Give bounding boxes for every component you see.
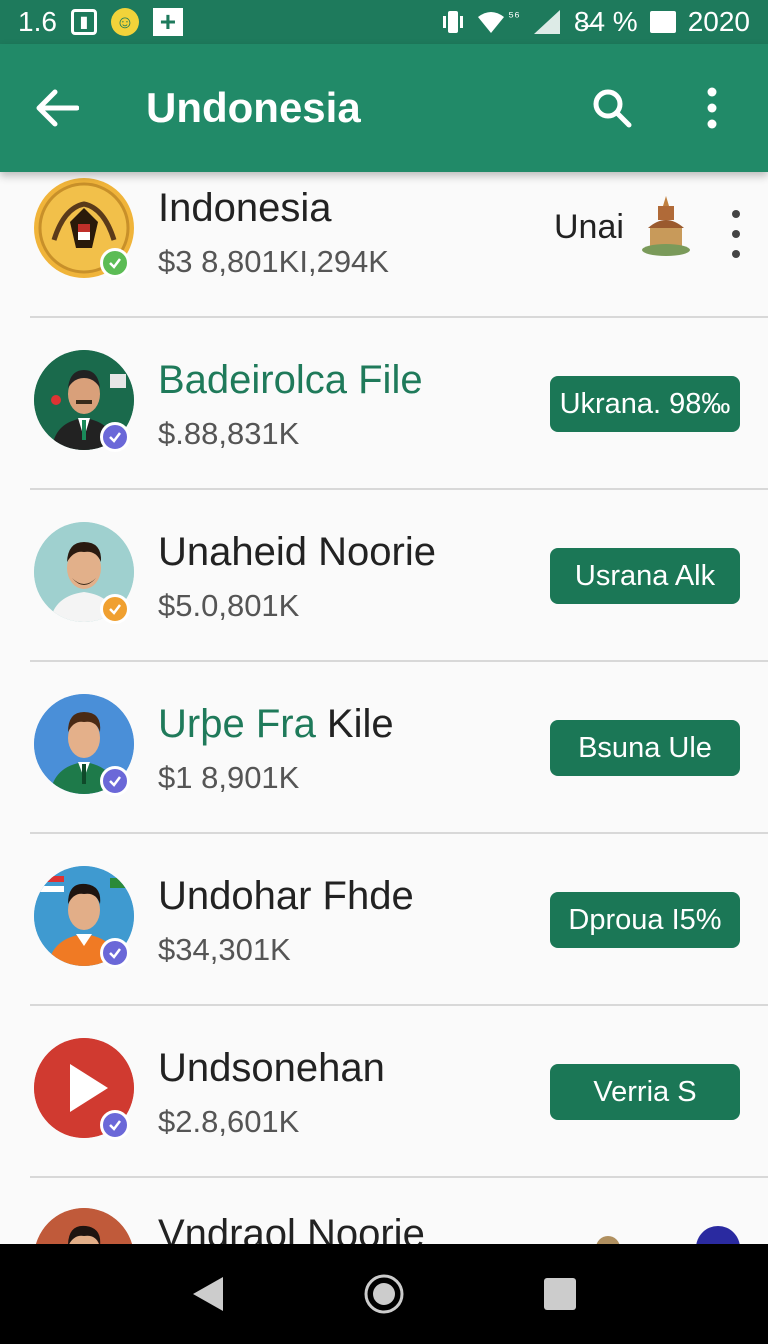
item-action-button[interactable]: Bsuna Ule — [550, 720, 740, 776]
item-subtitle: $3 8,801KI,294K — [158, 244, 389, 279]
back-arrow-icon[interactable] — [28, 80, 84, 136]
cell-signal-icon — [532, 8, 562, 36]
verified-badge-icon — [100, 766, 130, 796]
emoji-notification-icon: ☺ — [110, 8, 139, 36]
clock: 2020 — [687, 6, 750, 37]
verified-badge-icon — [100, 938, 130, 968]
decor-icon — [696, 1226, 740, 1244]
item-subtitle: $2.8,601K — [158, 1104, 300, 1139]
item-title-dark-part: Kile — [315, 702, 394, 746]
page-title: Undonesia — [146, 84, 361, 131]
item-action-button[interactable]: Verria S — [550, 1064, 740, 1120]
verified-badge-icon — [100, 594, 130, 624]
item-more-icon[interactable] — [722, 206, 750, 262]
item-action-button[interactable]: Ukrana. 98‰ — [550, 376, 740, 432]
plus-notification-icon: + — [152, 8, 183, 36]
item-action-button[interactable]: Dproua I5% — [550, 892, 740, 948]
item-title: Undsonehan — [158, 1046, 385, 1090]
home-circle-icon[interactable] — [354, 1264, 414, 1324]
list-item[interactable]: Undsonehan $2.8,601K Verria S — [0, 1006, 768, 1178]
list-item[interactable]: Unaheid Noorie $5.0,801K Usrana Alk — [0, 490, 768, 662]
item-subtitle: $5.0,801K — [158, 588, 300, 623]
item-title-green-part: Urþe Fra — [158, 702, 316, 746]
list-item[interactable]: Badeirolca File $.88,831K Ukrana. 98‰ — [0, 318, 768, 490]
system-nav-bar — [0, 1244, 768, 1344]
item-title: Undohar Fhde — [158, 874, 414, 918]
list-item[interactable]: Urþe Fra Kile $1 8,901K Bsuna Ule — [0, 662, 768, 834]
list-item-indonesia[interactable]: Indonesia $3 8,801KI,294K Unai — [0, 172, 768, 318]
item-side-label: Unai — [554, 208, 624, 246]
verified-badge-icon — [100, 422, 130, 452]
status-bar: 1.6 ▮ ☺ + ⁵⁶ 8̶4 % 2020 — [0, 0, 768, 44]
item-title: Vndraol Noorie — [158, 1212, 425, 1244]
monument-icon — [640, 194, 692, 258]
item-title: Unaheid Noorie — [158, 530, 436, 574]
battery-percent: 8̶4 % — [573, 6, 638, 37]
status-left-text: 1.6 — [18, 6, 57, 37]
app-bar: Undonesia — [0, 44, 768, 172]
list-item-partial[interactable]: Vndraol Noorie — [0, 1178, 768, 1244]
sim-card-icon: ▮ — [70, 9, 97, 35]
item-subtitle: $1 8,901K — [158, 760, 300, 795]
list-item[interactable]: Undohar Fhde $34,301K Dproua I5% — [0, 834, 768, 1006]
more-vert-icon[interactable] — [684, 80, 740, 136]
wifi-icon — [476, 9, 506, 35]
item-title: Badeirolca File — [158, 358, 423, 402]
item-title: Urþe Fra Kile — [158, 702, 394, 747]
person-avatar — [34, 1208, 134, 1244]
decor-icon — [596, 1236, 620, 1244]
search-icon[interactable] — [584, 80, 640, 136]
vibrate-icon — [442, 9, 464, 35]
verified-badge-icon — [100, 1110, 130, 1140]
item-subtitle: $34,301K — [158, 932, 291, 967]
verified-badge-icon — [100, 248, 130, 278]
battery-icon — [649, 11, 676, 33]
country-list: Indonesia $3 8,801KI,294K Unai Badeirolc… — [0, 172, 768, 1244]
item-action-button[interactable]: Usrana Alk — [550, 548, 740, 604]
back-triangle-icon[interactable] — [178, 1264, 238, 1324]
recents-square-icon[interactable] — [530, 1264, 590, 1324]
signal-label: ⁵⁶ — [508, 8, 520, 24]
item-subtitle: $.88,831K — [158, 416, 300, 451]
item-title: Indonesia — [158, 186, 332, 230]
